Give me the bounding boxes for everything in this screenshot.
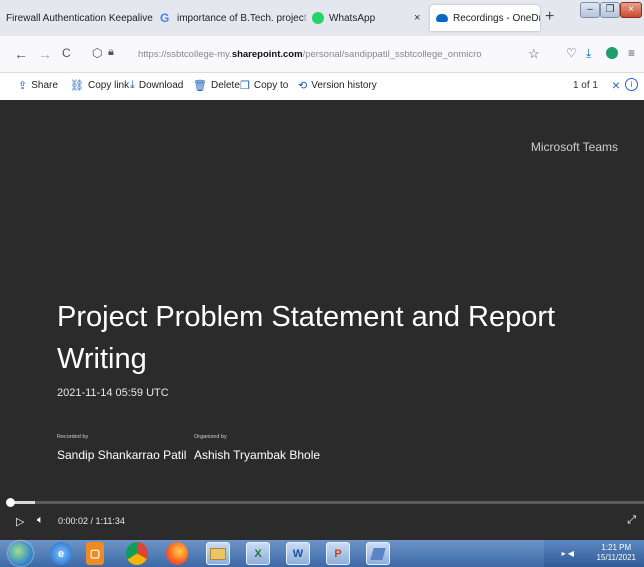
download-icon: ⤓ (130, 79, 135, 91)
share-icon: ⇪ (18, 80, 28, 92)
url-prefix: https://ssbtcollege-my. (138, 48, 232, 60)
firefox-icon[interactable] (166, 542, 188, 565)
url-domain: sharepoint.com (231, 48, 303, 60)
tab-title: Recordings - OneDrive (453, 12, 540, 24)
video-player[interactable]: Microsoft Teams Project Problem Statemen… (0, 100, 644, 540)
time-display: 0:00:02 / 1:11:34 (58, 516, 125, 526)
pocket-icon[interactable]: ♡ (566, 46, 577, 60)
taskbar: e ▢ X W P ▸ ◀︎ 1:21 PM 15/11/2021 (0, 540, 644, 567)
copy-link-label: Copy link (87, 80, 130, 91)
tab-title: WhatsApp (329, 12, 376, 24)
navigation-bar: ← → C ⬡ 🔒︎ https://ssbtcollege-my. sharep… (0, 36, 644, 73)
minimize-button[interactable]: – (580, 2, 600, 18)
browser-tab-bar: Firewall Authentication Keepalive × G im… (0, 0, 644, 36)
recorded-by-name: Sandip Shankarrao Patil (57, 448, 187, 462)
recorded-by-label: Recorded by (57, 434, 89, 440)
app-icon[interactable] (366, 542, 390, 565)
pager: 1 of 1 (572, 80, 598, 91)
info-icon[interactable]: i (625, 78, 638, 91)
maximize-button[interactable]: ❐ (600, 2, 620, 18)
organized-by-label: Organized by (194, 434, 227, 440)
tab-close-icon[interactable]: × (414, 12, 420, 24)
copy-to-button[interactable]: ❐ Copy to (240, 79, 288, 92)
file-toolbar: ⇪ Share ⛓ Copy link ⤓ Download 🗑︎ Delete ❐ Co… (0, 73, 644, 99)
system-tray: ▸ ◀︎ 1:21 PM 15/11/2021 (544, 540, 644, 567)
video-date: 2021-11-14 05:59 UTC (57, 387, 169, 399)
share-label: Share (31, 80, 58, 91)
tab-title: importance of B.Tech. projec (177, 12, 304, 24)
copy-link-button[interactable]: ⛓ Copy link (70, 79, 129, 92)
clock-date: 15/11/2021 (596, 553, 636, 562)
history-icon: ⟲ (298, 80, 308, 92)
copy-icon: ❐ (240, 80, 250, 92)
tab-title-fade: t (303, 12, 307, 24)
tab-whatsapp[interactable]: WhatsApp (312, 5, 412, 31)
reload-button[interactable]: C (62, 46, 71, 60)
clock-time: 1:21 PM (601, 543, 632, 552)
seek-bar[interactable] (6, 498, 644, 507)
menu-icon[interactable]: ≡ (628, 46, 635, 60)
onedrive-icon (436, 14, 448, 22)
volume-icon[interactable]: 🔈︎ (37, 514, 44, 527)
ie-icon[interactable]: e (50, 542, 72, 565)
tab-firewall[interactable]: Firewall Authentication Keepalive × (6, 5, 154, 31)
download-label: Download (138, 80, 184, 91)
powerpoint-icon[interactable]: P (326, 542, 350, 565)
tab-importance[interactable]: G importance of B.Tech. project × (160, 5, 316, 31)
copy-to-label: Copy to (253, 80, 289, 91)
excel-icon[interactable]: X (246, 542, 270, 565)
delete-button[interactable]: 🗑︎ Delete (193, 79, 240, 92)
lock-icon: 🔒︎ (108, 46, 114, 58)
chrome-icon[interactable] (126, 542, 148, 565)
tab-recordings-onedrive[interactable]: Recordings - OneDrive × (430, 5, 540, 31)
shield-icon: ⬡ (92, 46, 103, 60)
brand-label: Microsoft Teams (530, 140, 618, 154)
google-icon: G (160, 11, 170, 25)
seek-handle[interactable] (6, 498, 15, 507)
tab-title: Firewall Authentication Keepalive (6, 12, 153, 24)
delete-label: Delete (210, 80, 240, 91)
clock[interactable]: 1:21 PM 15/11/2021 (597, 543, 636, 563)
new-tab-button[interactable]: + (545, 8, 554, 26)
media-player-icon[interactable]: ▢ (86, 542, 104, 565)
organized-by-name: Ashish Tryambak Bhole (194, 448, 321, 462)
window-close-button[interactable]: × (620, 2, 642, 18)
download-button[interactable]: ⤓ Download (130, 79, 183, 92)
url-bar[interactable]: https://ssbtcollege-my. sharepoint.com/pe… (138, 44, 548, 64)
volume-tray-icon[interactable]: ▸ ◀︎ (562, 549, 574, 558)
version-history-label: Version history (311, 80, 377, 91)
profile-avatar[interactable] (606, 47, 618, 59)
word-icon[interactable]: W (286, 542, 310, 565)
back-button[interactable]: ← (14, 46, 28, 62)
close-icon[interactable]: × (612, 77, 620, 93)
start-button[interactable] (8, 541, 33, 566)
share-button[interactable]: ⇪ Share (18, 79, 58, 92)
forward-button[interactable]: → (38, 46, 52, 62)
play-icon[interactable]: ▷ (16, 515, 24, 528)
download-icon[interactable]: ⤓ (586, 46, 591, 61)
url-suffix: /personal/sandippatil_ssbtcollege_onmicr… (302, 48, 482, 60)
fullscreen-icon[interactable]: ⤢ (627, 514, 636, 527)
bookmark-star-icon[interactable]: ☆ (528, 46, 540, 62)
whatsapp-icon (312, 12, 324, 24)
version-history-button[interactable]: ⟲ Version history (298, 79, 377, 92)
trash-icon: 🗑︎ (193, 80, 207, 92)
video-title: Project Problem Statement and Report Wri… (57, 301, 556, 375)
link-icon: ⛓ (70, 80, 84, 92)
explorer-icon[interactable] (206, 542, 230, 565)
